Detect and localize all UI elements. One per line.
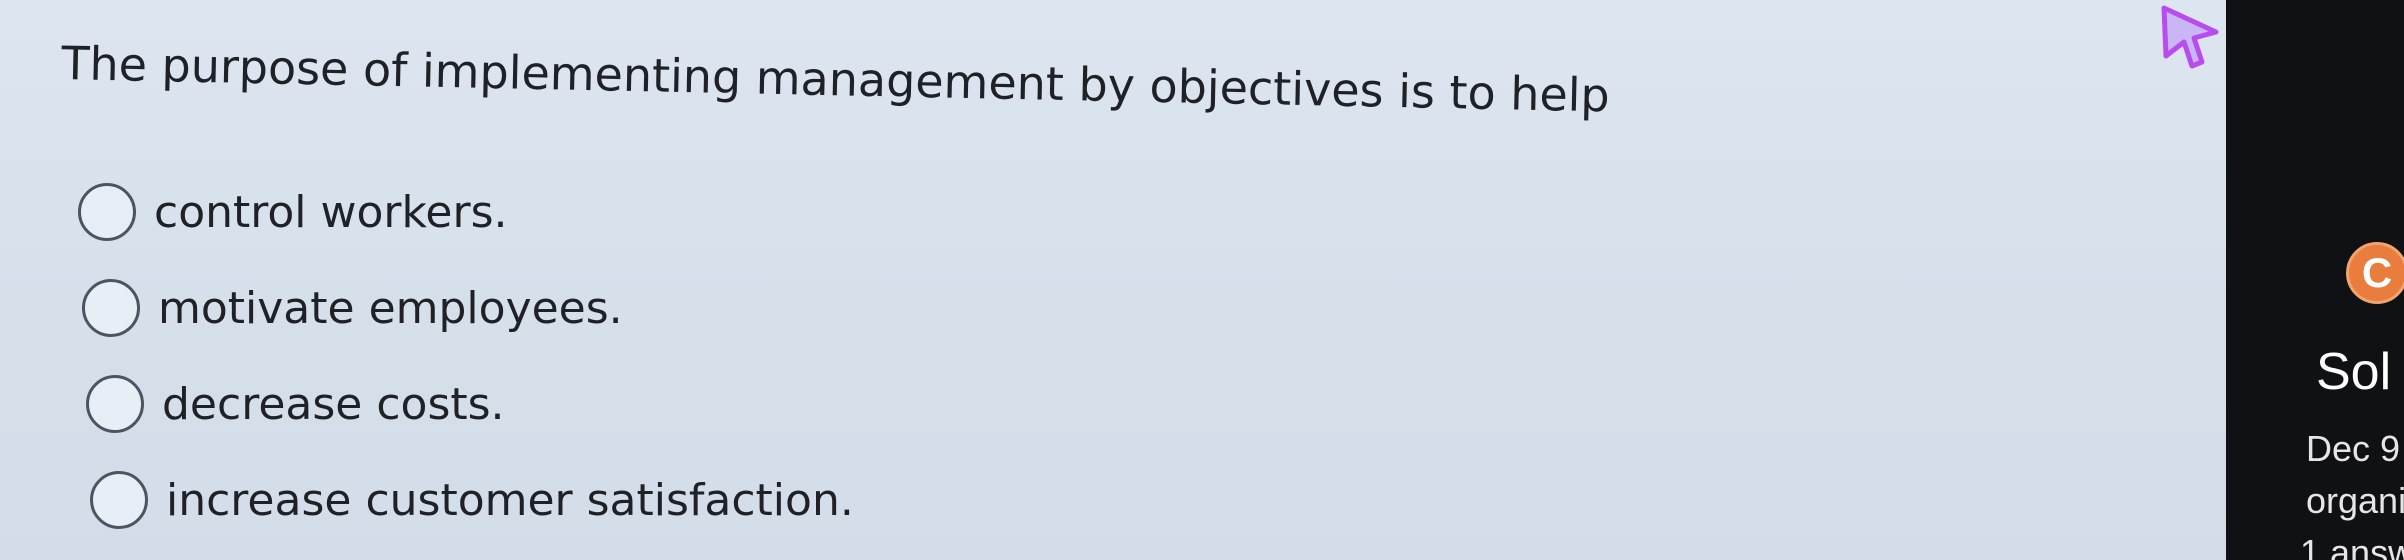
option-label: control workers.: [154, 186, 508, 238]
sidebar-tag[interactable]: organi: [2306, 480, 2404, 522]
radio-button-icon[interactable]: [78, 183, 136, 241]
option-motivate-employees[interactable]: motivate employees.: [82, 260, 854, 356]
question-text: The purpose of implementing management b…: [60, 36, 1611, 123]
mouse-pointer-icon: [2161, 5, 2219, 69]
option-control-workers[interactable]: control workers.: [78, 164, 854, 260]
option-label: motivate employees.: [158, 282, 623, 334]
option-increase-customer-satisfaction[interactable]: increase customer satisfaction.: [90, 452, 854, 548]
answer-sidebar: C Sol Dec 9 organi 1 answ: [2226, 0, 2404, 560]
option-label: increase customer satisfaction.: [166, 474, 854, 526]
sidebar-title[interactable]: Sol: [2316, 342, 2391, 402]
sidebar-answers-count[interactable]: 1 answ: [2300, 532, 2404, 560]
option-decrease-costs[interactable]: decrease costs.: [86, 356, 854, 452]
sidebar-date: Dec 9: [2306, 428, 2401, 469]
answer-options: control workers. motivate employees. dec…: [78, 164, 854, 548]
app-logo-icon: C: [2346, 242, 2404, 304]
radio-button-icon[interactable]: [90, 471, 148, 529]
radio-button-icon[interactable]: [86, 375, 144, 433]
option-label: decrease costs.: [162, 378, 505, 430]
radio-button-icon[interactable]: [82, 279, 140, 337]
